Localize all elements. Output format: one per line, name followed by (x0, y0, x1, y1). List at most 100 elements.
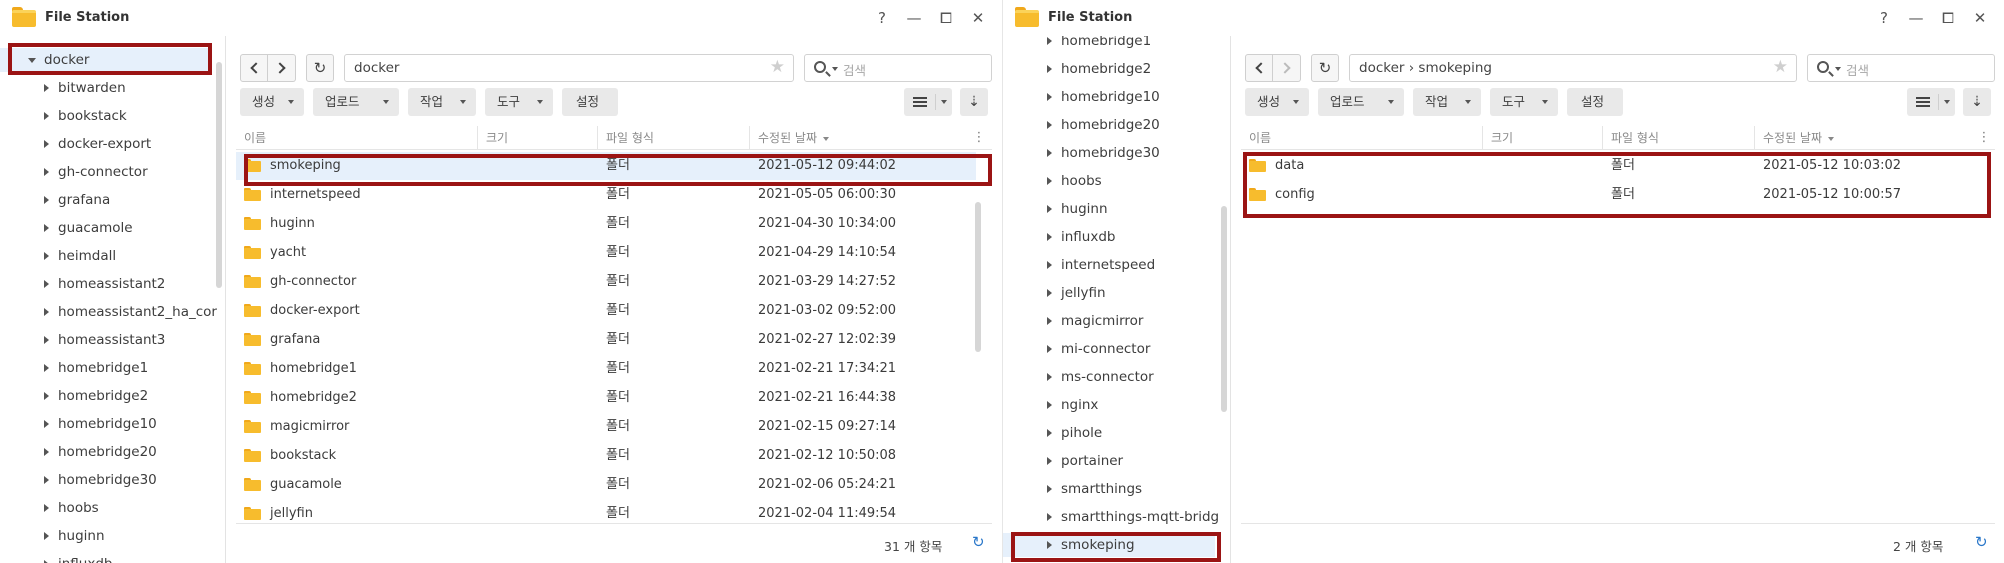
table-row[interactable]: huginn 폴더 2021-04-30 10:34:00 (236, 210, 976, 238)
settings-button[interactable]: 설정 (562, 88, 618, 116)
tree-item[interactable]: mi-connector (1003, 337, 1215, 361)
tree-item[interactable]: homebridge1 (1003, 36, 1215, 53)
table-row[interactable]: guacamole 폴더 2021-02-06 05:24:21 (236, 471, 976, 499)
column-menu-icon[interactable]: ⋮ (1977, 126, 1991, 150)
caret-right-icon[interactable] (1047, 429, 1052, 437)
caret-right-icon[interactable] (44, 504, 49, 512)
table-row[interactable]: data 폴더 2021-05-12 10:03:02 (1241, 152, 1981, 180)
caret-right-icon[interactable] (1047, 261, 1052, 269)
caret-right-icon[interactable] (44, 196, 49, 204)
tree-item[interactable]: homebridge2 (1003, 57, 1215, 81)
caret-right-icon[interactable] (44, 392, 49, 400)
path-bar[interactable]: docker › smokeping ★ (1349, 54, 1797, 82)
tree-item[interactable]: bitwarden (0, 76, 210, 100)
tree-item[interactable]: smartthings-mqtt-bridg (1003, 505, 1219, 529)
table-row[interactable]: smokeping 폴더 2021-05-12 09:44:02 (236, 152, 976, 180)
caret-right-icon[interactable] (1047, 177, 1052, 185)
tree-item[interactable]: influxdb (0, 552, 210, 563)
caret-right-icon[interactable] (1047, 541, 1052, 549)
table-row[interactable]: homebridge2 폴더 2021-02-21 16:44:38 (236, 384, 976, 412)
tree-item[interactable]: homebridge2 (0, 384, 210, 408)
table-row[interactable]: bookstack 폴더 2021-02-12 10:50:08 (236, 442, 976, 470)
tree-item[interactable]: homebridge20 (1003, 113, 1215, 137)
column-name[interactable]: 이름 (1241, 126, 1483, 150)
caret-right-icon[interactable] (1047, 233, 1052, 241)
caret-right-icon[interactable] (1047, 65, 1052, 73)
caret-right-icon[interactable] (44, 280, 49, 288)
tree-item[interactable]: homebridge10 (1003, 85, 1215, 109)
tree-item[interactable]: homeassistant3 (0, 328, 210, 352)
caret-right-icon[interactable] (44, 420, 49, 428)
caret-right-icon[interactable] (44, 532, 49, 540)
action-button[interactable]: 작업 (1413, 88, 1481, 116)
caret-right-icon[interactable] (1047, 485, 1052, 493)
tree-item[interactable]: huginn (1003, 197, 1215, 221)
refresh-button[interactable]: ↻ (1311, 54, 1339, 82)
sort-button[interactable]: ⇣ (960, 88, 988, 116)
minimize-button[interactable]: — (898, 6, 930, 30)
upload-button[interactable]: 업로드 (313, 88, 399, 116)
back-button[interactable] (240, 54, 268, 82)
minimize-button[interactable]: — (1900, 6, 1932, 30)
close-button[interactable]: ✕ (962, 6, 994, 30)
caret-right-icon[interactable] (1047, 121, 1052, 129)
column-modified[interactable]: 수정된 날짜 (1755, 126, 1975, 150)
column-name[interactable]: 이름 (236, 126, 478, 150)
upload-button[interactable]: 업로드 (1318, 88, 1404, 116)
column-type[interactable]: 파일 형식 (1603, 126, 1755, 150)
refresh-button[interactable]: ↻ (306, 54, 334, 82)
forward-button[interactable] (268, 54, 296, 82)
tree-item[interactable]: homebridge1 (0, 356, 210, 380)
column-type[interactable]: 파일 형식 (598, 126, 750, 150)
caret-right-icon[interactable] (1047, 345, 1052, 353)
table-row[interactable]: grafana 폴더 2021-02-27 12:02:39 (236, 326, 976, 354)
tree-item[interactable]: homeassistant2_ha_cor (0, 300, 217, 324)
reload-icon[interactable]: ↻ (972, 533, 985, 551)
caret-right-icon[interactable] (1047, 401, 1052, 409)
caret-right-icon[interactable] (1047, 37, 1052, 45)
caret-right-icon[interactable] (44, 476, 49, 484)
tree-item[interactable]: ms-connector (1003, 365, 1215, 389)
sort-button[interactable]: ⇣ (1963, 88, 1991, 116)
search-input[interactable]: 검색 (804, 54, 992, 82)
tools-button[interactable]: 도구 (485, 88, 553, 116)
view-mode-button[interactable] (1907, 88, 1955, 116)
caret-right-icon[interactable] (44, 140, 49, 148)
table-row[interactable]: internetspeed 폴더 2021-05-05 06:00:30 (236, 181, 976, 209)
tree-item[interactable]: smokeping (1003, 533, 1215, 557)
column-size[interactable]: 크기 (1483, 126, 1603, 150)
caret-right-icon[interactable] (1047, 317, 1052, 325)
caret-right-icon[interactable] (1047, 149, 1052, 157)
caret-right-icon[interactable] (44, 112, 49, 120)
table-row[interactable]: docker-export 폴더 2021-03-02 09:52:00 (236, 297, 976, 325)
tree-item[interactable]: bookstack (0, 104, 210, 128)
tree-item[interactable]: magicmirror (1003, 309, 1215, 333)
caret-right-icon[interactable] (44, 168, 49, 176)
tree-scrollbar[interactable] (1221, 206, 1227, 412)
action-button[interactable]: 작업 (408, 88, 476, 116)
caret-right-icon[interactable] (1047, 93, 1052, 101)
maximize-button[interactable]: ⧠ (1932, 6, 1964, 30)
caret-right-icon[interactable] (1047, 513, 1052, 521)
table-row[interactable]: homebridge1 폴더 2021-02-21 17:34:21 (236, 355, 976, 383)
table-row[interactable]: config 폴더 2021-05-12 10:00:57 (1241, 181, 1981, 209)
tree-item[interactable]: pihole (1003, 421, 1215, 445)
caret-right-icon[interactable] (1047, 457, 1052, 465)
tools-button[interactable]: 도구 (1490, 88, 1558, 116)
caret-right-icon[interactable] (1047, 205, 1052, 213)
tree-item[interactable]: nginx (1003, 393, 1215, 417)
view-mode-button[interactable] (904, 88, 952, 116)
caret-right-icon[interactable] (44, 224, 49, 232)
list-scrollbar[interactable] (975, 202, 981, 352)
table-row[interactable]: magicmirror 폴더 2021-02-15 09:27:14 (236, 413, 976, 441)
caret-down-icon[interactable] (28, 58, 36, 63)
column-menu-icon[interactable]: ⋮ (972, 126, 986, 150)
tree-item[interactable]: guacamole (0, 216, 210, 240)
caret-right-icon[interactable] (44, 364, 49, 372)
tree-item[interactable]: jellyfin (1003, 281, 1215, 305)
reload-icon[interactable]: ↻ (1975, 533, 1988, 551)
help-button[interactable]: ? (866, 6, 898, 30)
favorite-star-icon[interactable]: ★ (770, 57, 785, 77)
tree-item[interactable]: docker (0, 48, 210, 72)
settings-button[interactable]: 설정 (1567, 88, 1623, 116)
